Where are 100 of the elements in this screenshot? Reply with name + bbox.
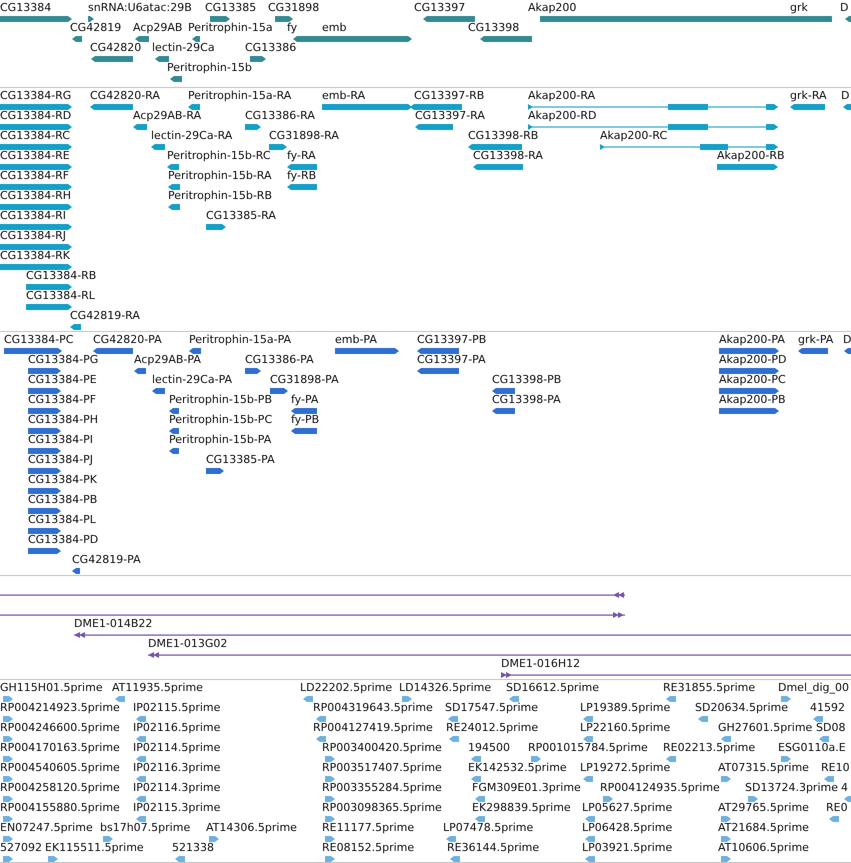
- feature-label: RP004124935.5prime: [600, 781, 720, 794]
- feature-label: RP004214923.5prime: [0, 701, 120, 714]
- feature-label: SD20634.5prime: [695, 701, 788, 714]
- feature-label: Peritrophin-15b-RC: [167, 149, 271, 162]
- feature-label: 194500: [468, 741, 510, 754]
- feature-label: IP02114.3prime: [133, 781, 220, 794]
- feature-label: RP003517407.5prime: [322, 761, 442, 774]
- feature-label: CG13384-PH: [28, 413, 98, 426]
- feature-label: RE02213.5prime: [663, 741, 756, 754]
- feature-label: EK115511.5prime: [45, 841, 144, 854]
- feature-label: emb: [322, 21, 346, 34]
- feature-label: D: [840, 1, 848, 14]
- feature-label: FGM309E01.3prime: [472, 781, 581, 794]
- feature-label: CG13384-RD: [0, 109, 72, 122]
- feature-label: CG13384: [0, 1, 52, 14]
- feature-label: LD14326.5prime: [399, 681, 492, 694]
- feature-label: RE11177.5prime: [322, 821, 414, 834]
- feature-label: CG42820-PA: [93, 333, 162, 346]
- feature-label: CG13397: [414, 1, 466, 14]
- feature-label: RP003355284.5prime: [322, 781, 442, 794]
- feature-label: CG13384-RC: [0, 129, 70, 142]
- feature-label: AT11935.5prime: [112, 681, 203, 694]
- feature-label: 521338: [172, 841, 214, 854]
- feature-label: CG42819: [70, 21, 122, 34]
- feature-label: RE24012.5prime: [446, 721, 538, 734]
- feature-label: CG13384-RH: [0, 189, 72, 202]
- feature-label: CG42820-RA: [90, 89, 160, 102]
- feature-label: EK298839.5prime: [472, 801, 571, 814]
- feature-label: CG13397-RB: [414, 89, 484, 102]
- feature-label: CG13384-PI: [28, 433, 94, 446]
- feature-label: Akap200: [528, 1, 576, 14]
- feature-label: Akap200-PA: [719, 333, 785, 346]
- feature-label: CG13397-PB: [417, 333, 486, 346]
- feature-label: RP004319643.5prime: [313, 701, 433, 714]
- feature-label: CG31898-PA: [270, 373, 339, 386]
- feature-label: CG13384-PG: [28, 353, 98, 366]
- feature-label: CG13398-RB: [468, 129, 538, 142]
- feature-label: Akap200-PB: [719, 393, 786, 406]
- feature-label: IP02116.3prime: [133, 761, 220, 774]
- feature-label: LP19272.5prime: [580, 761, 670, 774]
- feature-label: SD13724.3prime: [745, 781, 838, 794]
- feature-label: LP03921.5prime: [582, 841, 672, 854]
- feature-label: IP02115.5prime: [133, 701, 220, 714]
- feature-label: RP004246600.5prime: [0, 721, 120, 734]
- feature-label: CG13384-PK: [28, 473, 98, 486]
- feature-label: 527092: [0, 841, 42, 854]
- feature-label: CG42819-PA: [72, 553, 141, 566]
- feature-label: fy-PB: [291, 413, 320, 426]
- feature-label: Peritrophin-15b-PC: [169, 413, 272, 426]
- feature-label: RP004170163.5prime: [0, 741, 120, 754]
- feature-label: LP22160.5prime: [580, 721, 670, 734]
- feature-label: RE31855.5prime: [663, 681, 756, 694]
- feature-label: GH27601.5prime: [718, 721, 812, 734]
- feature-label: AT29765.5prime: [718, 801, 809, 814]
- feature-label: fy-RA: [287, 149, 316, 162]
- feature-label: AT21684.5prime: [718, 821, 809, 834]
- feature-label: CG13398-RA: [473, 149, 543, 162]
- feature-label: Peritrophin-15b-RB: [168, 189, 272, 202]
- feature-label: CG13385-RA: [206, 209, 276, 222]
- feature-label: DME1-016H12: [501, 657, 580, 670]
- feature-label: Akap200-RA: [528, 89, 596, 102]
- feature-label: CG13384-RG: [0, 89, 72, 102]
- feature-label: emb-RA: [322, 89, 366, 102]
- feature-label: LP06428.5prime: [582, 821, 672, 834]
- feature-label: RP001015784.5prime: [528, 741, 648, 754]
- feature-label: CG13384-RJ: [0, 229, 66, 242]
- feature-label: Peritrophin-15b-RA: [168, 169, 272, 182]
- feature-label: CG13384-RK: [0, 249, 70, 262]
- feature-label: Peritrophin-15b: [167, 61, 252, 74]
- feature-label: RE08152.5prime: [322, 841, 414, 854]
- feature-label: 41592: [810, 701, 845, 714]
- feature-label: SD17547.5prime: [445, 701, 538, 714]
- feature-label: CG13384-RF: [0, 169, 70, 182]
- feature-label: CG42819-RA: [70, 309, 140, 322]
- feature-label: CG13398-PA: [492, 393, 561, 406]
- feature-label: DME1-014B22: [74, 617, 152, 630]
- feature-label: EN07247.5prime: [0, 821, 93, 834]
- feature-label: CG13384-RB: [26, 269, 96, 282]
- feature-label: RP004127419.5prime: [313, 721, 433, 734]
- feature-label: Peritrophin-15a-PA: [189, 333, 292, 346]
- feature-label: ESG0110a.E: [778, 741, 846, 754]
- feature-label: CG13384-RE: [0, 149, 70, 162]
- feature-label: RE36144.5prime: [447, 841, 540, 854]
- feature-label: CG13384-PE: [28, 373, 97, 386]
- feature-label: fy-RB: [287, 169, 316, 182]
- feature-label: CG13398: [468, 21, 520, 34]
- feature-label: emb-PA: [335, 333, 377, 346]
- feature-label: CG31898: [268, 1, 320, 14]
- feature-label: RP004155880.5prime: [0, 801, 120, 814]
- feature-label: CG13385-PA: [206, 453, 275, 466]
- feature-label: IP02114.5prime: [133, 741, 220, 754]
- feature-label: RP003400420.5prime: [322, 741, 442, 754]
- feature-label: CG13386: [245, 41, 296, 54]
- feature-label: grk: [790, 1, 808, 14]
- feature-label: Peritrophin-15b-PA: [169, 433, 272, 446]
- feature-label: AT14306.5prime: [206, 821, 297, 834]
- feature-label: Akap200-PD: [719, 353, 786, 366]
- feature-label: lectin-29Ca-PA: [152, 373, 232, 386]
- feature-label: CG13386-RA: [245, 109, 315, 122]
- feature-label: Akap200-PC: [719, 373, 786, 386]
